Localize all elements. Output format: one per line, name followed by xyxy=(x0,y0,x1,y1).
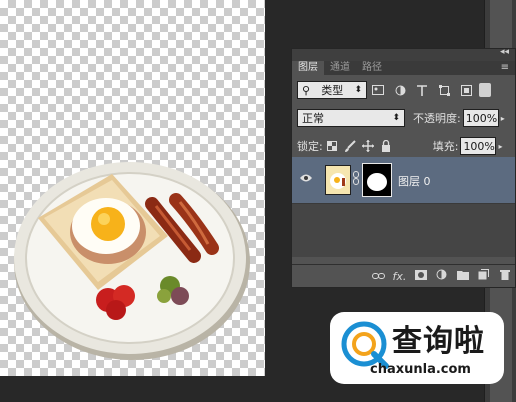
filter-kind-select[interactable]: ⚲ 类型 ⬍ xyxy=(297,81,367,99)
eye-icon[interactable] xyxy=(300,173,312,186)
filter-shape-icon[interactable] xyxy=(433,81,455,99)
fill-input[interactable]: 100% xyxy=(460,137,497,155)
select-arrows-icon: ⬍ xyxy=(354,85,362,95)
search-icon: ⚲ xyxy=(302,83,311,97)
panel-menu-icon[interactable]: ≡ xyxy=(495,61,515,75)
filter-kind-label: 类型 xyxy=(321,84,344,97)
blend-mode-select[interactable]: 正常 ⬍ xyxy=(297,109,405,127)
canvas-pasteboard xyxy=(0,376,265,402)
layer-style-icon[interactable]: fx. xyxy=(389,270,410,283)
tab-channels[interactable]: 通道 xyxy=(324,61,356,75)
tab-paths[interactable]: 路径 xyxy=(356,61,388,75)
lock-row: 锁定: 填充: 100% ▸ xyxy=(297,137,502,155)
opacity-input[interactable]: 100% xyxy=(462,109,499,127)
layer-name[interactable]: 图层 0 xyxy=(398,173,431,189)
layer-thumbnail[interactable] xyxy=(325,165,351,195)
tab-layers[interactable]: 图层 xyxy=(292,61,324,75)
fill-dropdown-icon[interactable]: ▸ xyxy=(498,142,502,151)
lock-brush-icon[interactable] xyxy=(341,137,359,155)
filter-smart-object-icon[interactable] xyxy=(455,81,477,99)
opacity-dropdown-icon[interactable]: ▸ xyxy=(501,114,505,123)
filter-type-icon[interactable] xyxy=(411,81,433,99)
panel-header[interactable]: ◂◂ xyxy=(292,47,515,61)
lock-transparent-icon[interactable] xyxy=(323,137,341,155)
layer-row[interactable]: 图层 0 xyxy=(292,157,515,204)
filter-adjustment-icon[interactable] xyxy=(389,81,411,99)
layer-mask-thumbnail[interactable] xyxy=(362,163,392,197)
document-canvas[interactable] xyxy=(0,0,265,376)
panel-tabs: 图层 通道 路径 ≡ xyxy=(292,61,515,75)
panel-footer: fx. xyxy=(292,264,515,287)
mask-link-icon[interactable] xyxy=(352,171,360,188)
layers-panel: ◂◂ 图层 通道 路径 ≡ ⚲ 类型 ⬍ 正常 ⬍ 不透明度: 100% ▸ 锁… xyxy=(291,47,516,288)
watermark-logo: 查询啦 chaxunla.com xyxy=(330,312,504,384)
adjustment-layer-icon[interactable] xyxy=(431,269,452,283)
trash-icon[interactable] xyxy=(494,269,515,283)
link-layers-icon[interactable] xyxy=(368,270,389,283)
food-photo xyxy=(14,162,250,360)
filter-row: ⚲ 类型 ⬍ xyxy=(297,81,491,99)
lock-all-icon[interactable] xyxy=(377,137,395,155)
lock-label: 锁定: xyxy=(297,140,323,153)
watermark-brand-cn: 查询啦 xyxy=(392,324,485,359)
fill-label: 填充: xyxy=(432,140,459,153)
select-arrows-icon: ⬍ xyxy=(392,113,400,123)
filter-toggle[interactable] xyxy=(479,83,491,97)
new-group-icon[interactable] xyxy=(452,270,473,283)
add-mask-icon[interactable] xyxy=(410,269,431,283)
filter-pixel-icon[interactable] xyxy=(367,81,389,99)
blend-mode-value: 正常 xyxy=(302,112,324,125)
layers-list: 图层 0 xyxy=(292,157,515,257)
new-layer-icon[interactable] xyxy=(473,269,494,283)
collapse-icon[interactable]: ◂◂ xyxy=(500,47,509,57)
watermark-url: chaxunla.com xyxy=(370,362,471,377)
lock-move-icon[interactable] xyxy=(359,137,377,155)
opacity-label: 不透明度: xyxy=(413,112,461,125)
blend-row: 正常 ⬍ 不透明度: 100% ▸ xyxy=(297,109,505,127)
